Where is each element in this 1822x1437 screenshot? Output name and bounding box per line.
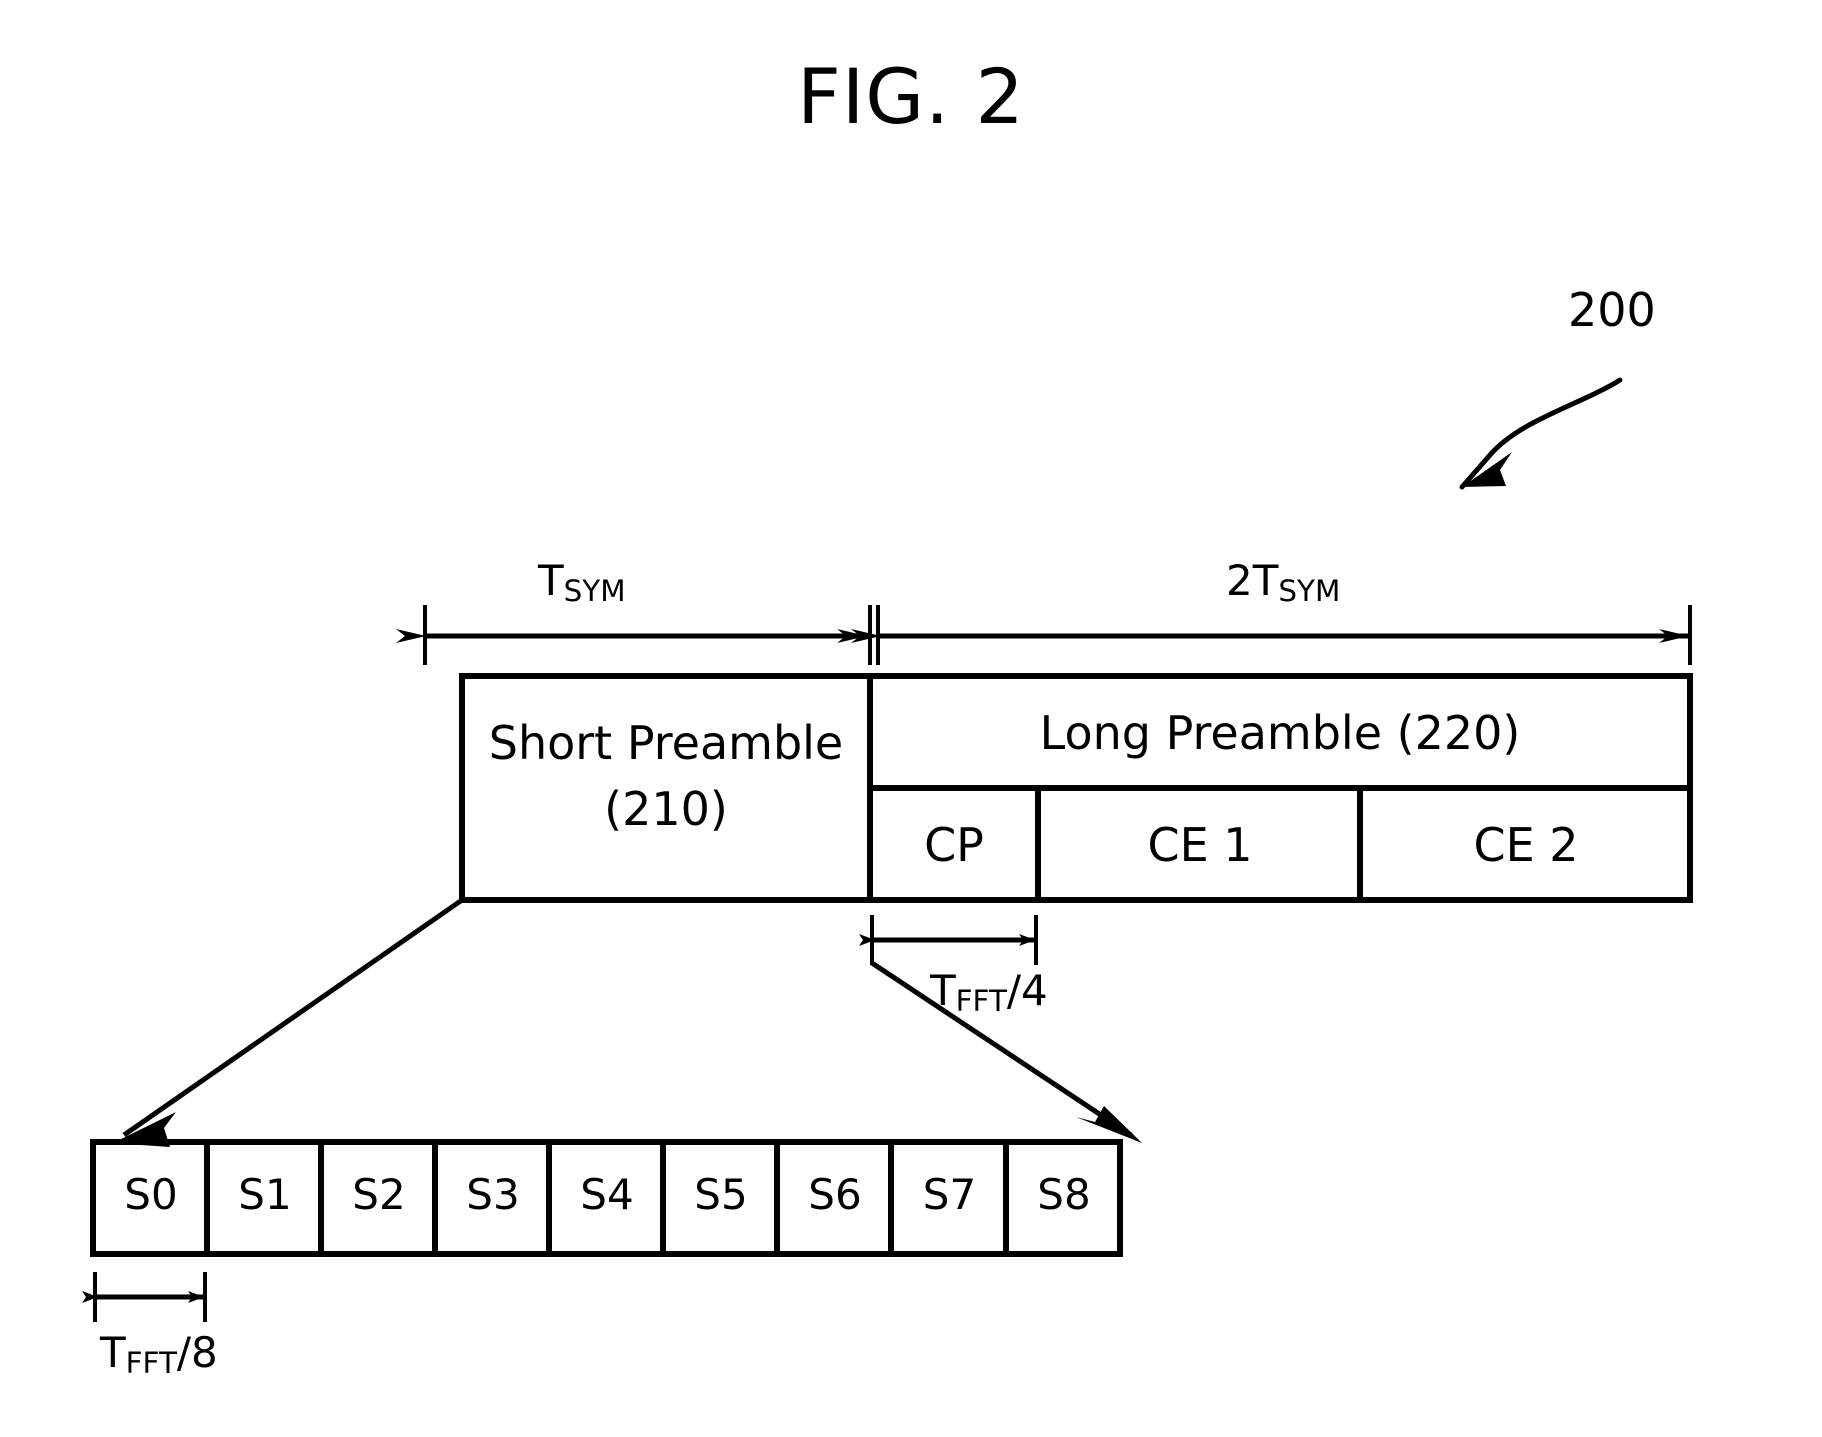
dimension-2tsym	[851, 605, 1692, 665]
dimension-tfft-over-8	[82, 1272, 207, 1322]
cell-s1: S1	[238, 1170, 292, 1219]
short-preamble-line1: Short Preamble	[488, 716, 844, 770]
cell-s7: S7	[922, 1170, 977, 1219]
dimension-label-tsym: TSYM	[538, 556, 626, 609]
cell-short-preamble: Short Preamble (210)	[466, 716, 866, 836]
cell-s3: S3	[466, 1170, 520, 1219]
dimension-label-2tsym: 2TSYM	[1226, 556, 1341, 609]
cell-s8: S8	[1037, 1170, 1091, 1219]
cell-s0: S0	[124, 1170, 178, 1219]
short-preamble-line2: (210)	[604, 782, 728, 836]
cell-s4: S4	[580, 1170, 634, 1219]
cell-s6: S6	[808, 1170, 862, 1219]
cell-cp: CP	[924, 818, 984, 872]
dimension-tsym	[396, 605, 872, 665]
cell-s2: S2	[352, 1170, 406, 1219]
cell-long-preamble-header: Long Preamble (220)	[1039, 706, 1521, 760]
dimension-label-tfft-over-8: TFFT/8	[100, 1328, 218, 1381]
cell-ce-2: CE 2	[1473, 818, 1579, 872]
dimension-tfft-over-4	[859, 915, 1038, 965]
reference-leader-200	[1459, 377, 1623, 490]
expansion-leader-left	[113, 897, 464, 1147]
cell-s5: S5	[694, 1170, 748, 1219]
figure-canvas: FIG. 2 200 TSYM 2TSYM TFFT/4 TFFT/8 Shor…	[0, 0, 1822, 1437]
reference-numeral-200: 200	[1568, 283, 1656, 337]
dimension-label-tfft-over-4: TFFT/4	[930, 966, 1048, 1019]
cell-ce-1: CE 1	[1147, 818, 1253, 872]
